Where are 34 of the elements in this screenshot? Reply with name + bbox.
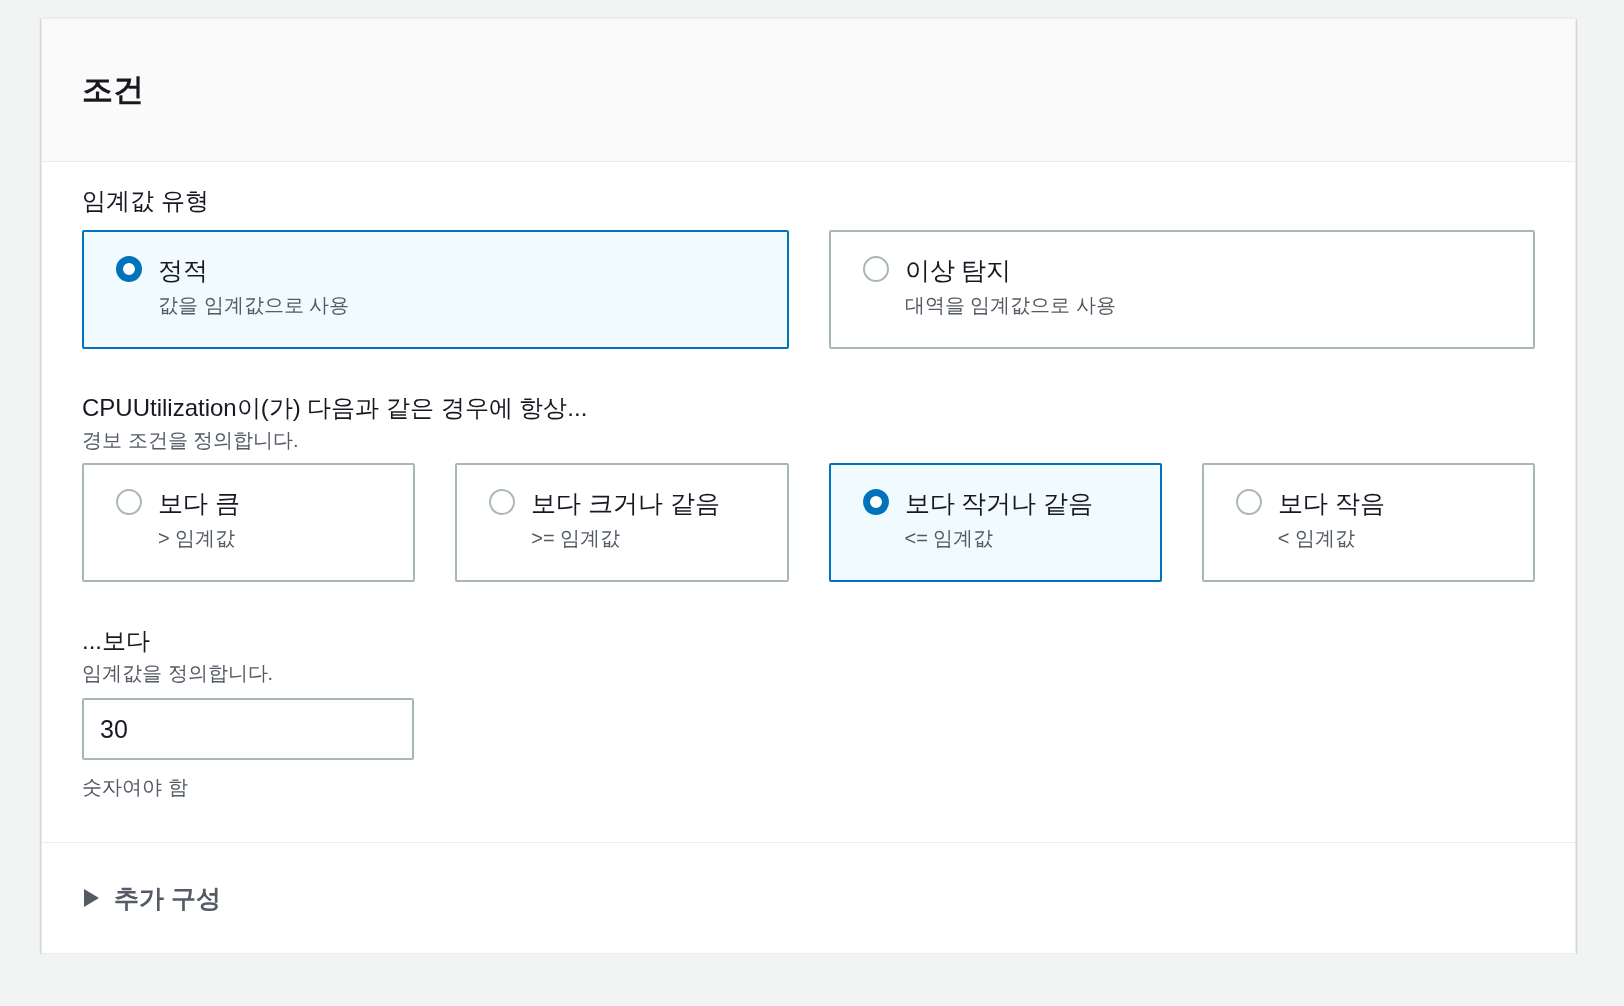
option-description: 값을 임계값으로 사용 <box>158 293 350 318</box>
expand-toggle[interactable]: 추가 구성 <box>82 881 221 915</box>
radio-button[interactable] <box>116 489 142 515</box>
panel-title: 조건 <box>82 71 144 109</box>
caret-right-icon <box>82 888 100 908</box>
radio-option-tile[interactable]: 보다 작음 < 임계값 <box>1201 463 1535 582</box>
radio-button[interactable] <box>862 256 889 282</box>
radio-option-tile[interactable]: 보다 큼 > 임계값 <box>82 463 416 582</box>
option-label: 이상 탐지 <box>904 255 1013 286</box>
field-description: 임계값을 정의합니다. <box>82 661 275 686</box>
radio-option-tile[interactable]: 이상 탐지 대역을 임계값으로 사용 <box>828 230 1535 349</box>
radio-button[interactable] <box>116 256 142 282</box>
field-description: 경보 조건을 정의합니다. <box>82 428 300 453</box>
option-label: 보다 큼 <box>158 488 240 519</box>
option-description: 대역을 임계값으로 사용 <box>904 293 1116 318</box>
constraint-text: 숫자여야 함 <box>82 775 189 800</box>
field-label: ...보다 <box>82 626 151 656</box>
option-label: 정적 <box>158 255 209 286</box>
threshold-input[interactable]: 30 <box>82 698 414 760</box>
radio-button[interactable] <box>1235 489 1262 515</box>
radio-option-tile[interactable]: 정적 값을 임계값으로 사용 <box>82 230 789 349</box>
radio-button[interactable] <box>489 489 516 515</box>
option-label: 보다 작거나 같음 <box>904 488 1094 519</box>
radio-button[interactable] <box>862 489 889 515</box>
option-description: >= 임계값 <box>531 526 622 551</box>
option-label: 보다 작음 <box>1277 488 1385 519</box>
option-description: <= 임계값 <box>904 526 995 551</box>
field-label: 임계값 유형 <box>82 186 210 216</box>
option-description: > 임계값 <box>158 526 237 551</box>
field-label: CPUUtilization이(가) 다음과 같은 경우에 항상... <box>82 393 589 423</box>
option-description: < 임계값 <box>1277 526 1356 551</box>
radio-option-tile[interactable]: 보다 작거나 같음 <= 임계값 <box>828 463 1162 582</box>
option-label: 보다 크거나 같음 <box>531 488 721 519</box>
radio-option-tile[interactable]: 보다 크거나 같음 >= 임계값 <box>455 463 789 582</box>
